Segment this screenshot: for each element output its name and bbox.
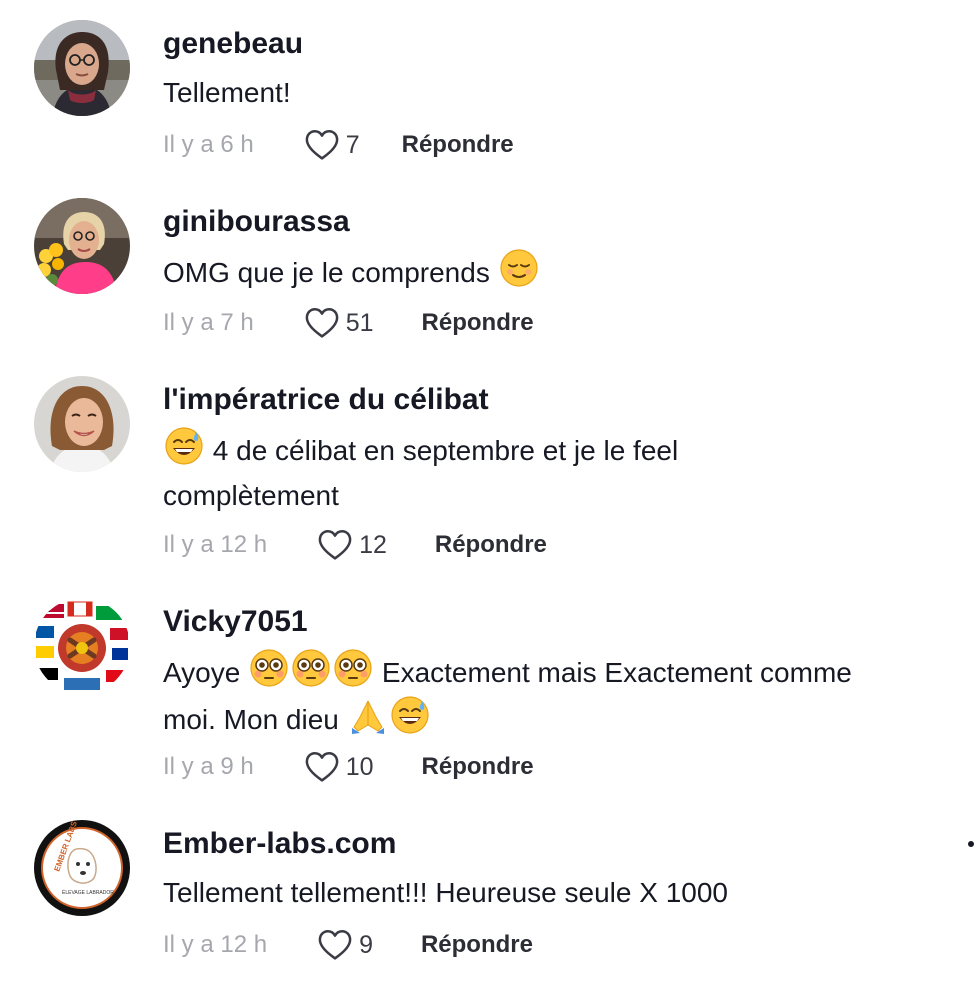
comment-meta: Il y a 7 h 51 Répondre [163,303,534,343]
comment-text: OMG que je le comprends [163,248,953,295]
flushed-face-emoji [291,648,331,688]
reply-button[interactable]: Répondre [422,309,534,337]
like-button[interactable]: 10 [304,751,374,783]
comment-timestamp: Il y a 7 h [163,309,254,336]
folded-hands-emoji [351,700,384,734]
like-count: 10 [345,752,374,781]
more-options-dot-icon[interactable] [968,841,974,847]
flushed-face-emoji [333,648,373,688]
flushed-face-emoji [249,648,289,688]
heart-icon [317,929,353,961]
heart-icon [304,129,340,161]
comment-username[interactable]: Vicky7051 [163,604,308,640]
comment-username[interactable]: l'impératrice du célibat [163,382,489,418]
comment-text-segment: moi. Mon dieu [163,704,339,735]
like-count: 9 [359,930,373,959]
heart-icon [304,751,340,783]
like-count: 51 [345,308,374,337]
comment-timestamp: Il y a 12 h [163,931,268,958]
comment-text: Tellement! [163,70,953,115]
comment-text-segment: Exactement mais Exactement comme [381,657,852,688]
comment-text: Ayoye Exactement mais Exactement comme m… [163,648,953,742]
comment-meta: Il y a 12 h 12 Répondre [163,525,547,565]
comment-text-segment: Ayoye [163,657,241,688]
woman-flowers-avatar[interactable] [34,198,130,294]
comment-text-segment: complètement [163,480,339,511]
comment-username[interactable]: ginibourassa [163,204,350,240]
comment-text-segment: Tellement tellement!!! Heureuse seule X … [163,877,728,908]
reply-button[interactable]: Répondre [435,531,547,559]
relieved-face-emoji [499,248,539,288]
comment-timestamp: Il y a 6 h [163,131,254,158]
smiling-woman-avatar[interactable] [34,376,130,472]
comment-meta: Il y a 12 h 9 Répondre [163,925,533,965]
woman-glasses-avatar[interactable] [34,20,130,116]
reply-button[interactable]: Répondre [421,931,533,959]
flags-collage-avatar[interactable] [34,598,130,694]
comment-username[interactable]: Ember-labs.com [163,826,396,862]
like-count: 12 [359,530,387,559]
comment-username[interactable]: genebeau [163,26,303,62]
ember-labs-logo-avatar[interactable]: EMBER LABS ÉLEVAGE LABRADOR [34,820,130,916]
comment-text-segment: Tellement! [163,77,291,108]
comment-meta: Il y a 9 h 10 Répondre [163,747,534,787]
grinning-sweat-emoji [164,426,204,466]
reply-button[interactable]: Répondre [422,753,534,781]
ember-labs-logo-subtext: ÉLEVAGE LABRADOR [62,889,114,896]
heart-icon [317,529,353,561]
comment-text: Tellement tellement!!! Heureuse seule X … [163,870,953,915]
comment-timestamp: Il y a 12 h [163,531,268,558]
grinning-sweat-emoji [390,695,430,735]
like-button[interactable]: 9 [317,929,373,961]
like-count: 7 [345,130,360,159]
like-button[interactable]: 7 [304,129,360,161]
comment-meta: Il y a 6 h 7 Répondre [163,125,514,165]
like-button[interactable]: 51 [304,307,374,339]
reply-button[interactable]: Répondre [402,131,514,159]
comment-text-segment: OMG que je le comprends [163,257,490,288]
heart-icon [304,307,340,339]
comment-text: 4 de célibat en septembre et je le feel … [163,426,953,518]
comment-text-segment: 4 de célibat en septembre et je le feel [212,435,679,466]
like-button[interactable]: 12 [317,529,387,561]
comment-timestamp: Il y a 9 h [163,753,254,780]
